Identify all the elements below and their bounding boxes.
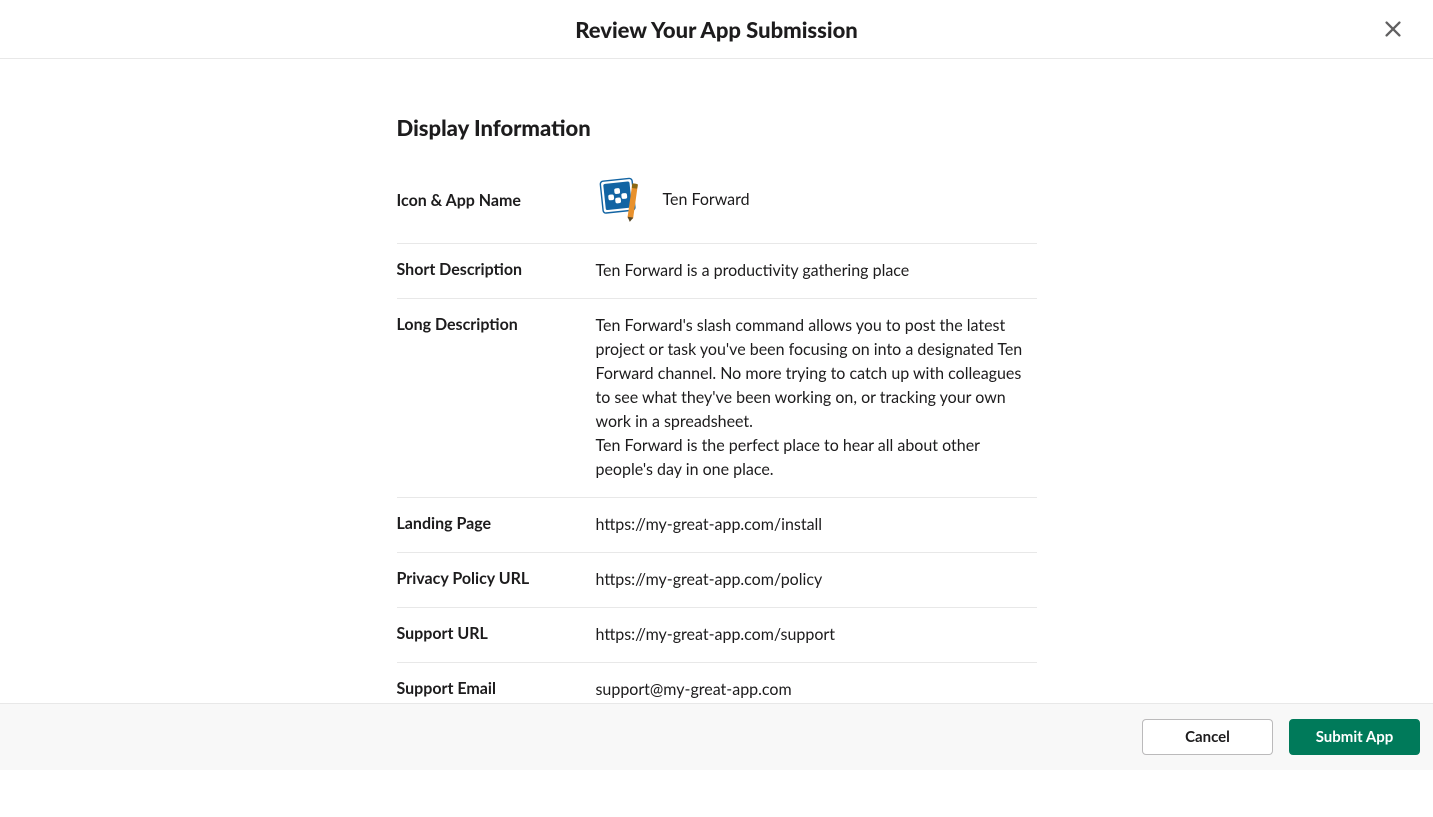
field-value: https://my-great-app.com/policy <box>596 568 1037 592</box>
field-label: Support Email <box>397 678 596 702</box>
field-label: Privacy Policy URL <box>397 568 596 592</box>
modal-header: Review Your App Submission <box>0 0 1433 59</box>
field-short-description: Short Description Ten Forward is a produ… <box>397 244 1037 299</box>
long-description-paragraph-1: Ten Forward's slash command allows you t… <box>596 314 1037 434</box>
app-name-text: Ten Forward <box>663 188 750 212</box>
field-value: Ten Forward's slash command allows you t… <box>596 314 1037 482</box>
field-label: Icon & App Name <box>397 190 596 210</box>
submit-app-button[interactable]: Submit App <box>1289 719 1420 755</box>
field-landing-page: Landing Page https://my-great-app.com/in… <box>397 498 1037 553</box>
field-label: Short Description <box>397 259 596 283</box>
app-icon-image <box>596 176 643 223</box>
field-icon-app-name: Icon & App Name Ten Forward <box>397 171 1037 244</box>
field-label: Long Description <box>397 314 596 482</box>
field-long-description: Long Description Ten Forward's slash com… <box>397 299 1037 498</box>
close-button[interactable] <box>1375 11 1411 47</box>
field-value: support@my-great-app.com <box>596 678 1037 702</box>
modal-title: Review Your App Submission <box>575 16 858 43</box>
field-privacy-policy: Privacy Policy URL https://my-great-app.… <box>397 553 1037 608</box>
field-value: https://my-great-app.com/support <box>596 623 1037 647</box>
modal-footer: Cancel Submit App <box>0 703 1433 770</box>
field-label: Support URL <box>397 623 596 647</box>
cancel-button[interactable]: Cancel <box>1142 719 1273 755</box>
field-label: Landing Page <box>397 513 596 537</box>
close-icon <box>1382 18 1404 40</box>
app-icon <box>596 176 643 223</box>
section-title: Display Information <box>397 114 1037 141</box>
field-value: Ten Forward <box>596 176 1037 223</box>
field-support-url: Support URL https://my-great-app.com/sup… <box>397 608 1037 663</box>
field-value: Ten Forward is a productivity gathering … <box>596 259 1037 283</box>
long-description-paragraph-2: Ten Forward is the perfect place to hear… <box>596 434 1037 482</box>
field-value: https://my-great-app.com/install <box>596 513 1037 537</box>
